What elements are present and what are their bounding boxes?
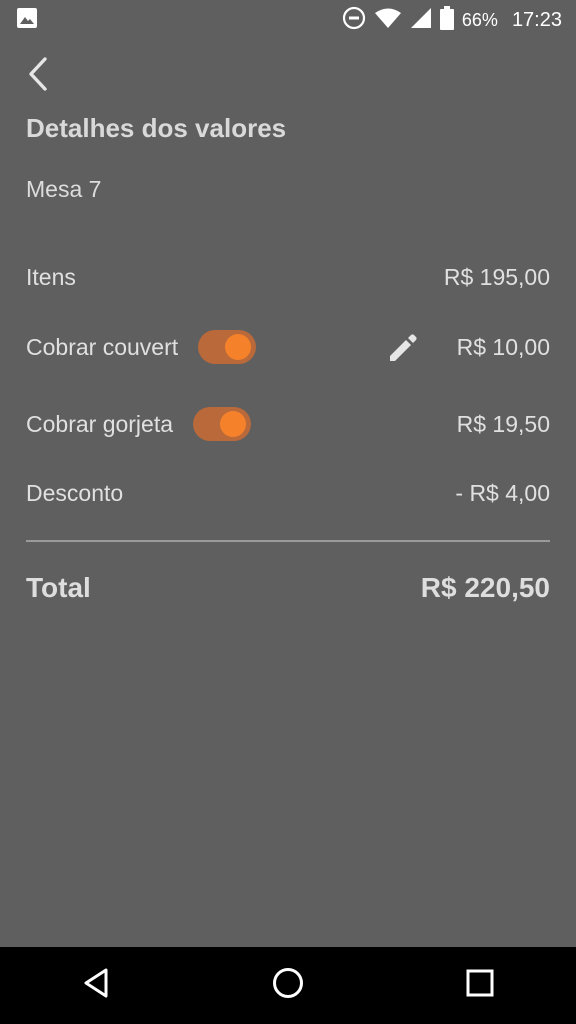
row-items-label: Itens <box>26 263 76 290</box>
system-nav-bar <box>0 947 576 1024</box>
row-discount[interactable]: Desconto - R$ 4,00 <box>26 473 550 513</box>
total-value: R$ 220,50 <box>420 572 550 603</box>
row-discount-label: Desconto <box>26 479 124 506</box>
battery-percent: 66% <box>461 9 498 30</box>
pencil-icon <box>386 334 420 369</box>
total-label: Total <box>26 572 91 603</box>
nav-back-button[interactable] <box>66 956 126 1016</box>
tip-toggle[interactable] <box>193 407 252 441</box>
home-circle-icon <box>271 966 305 1005</box>
back-triangle-icon <box>81 967 111 1004</box>
row-items: Itens R$ 195,00 <box>26 257 550 297</box>
battery-icon <box>439 5 454 35</box>
row-tip-value: R$ 19,50 <box>456 410 550 437</box>
page-title: Detalhes dos valores <box>26 113 287 143</box>
back-arrow-icon <box>26 56 50 97</box>
nav-home-button[interactable] <box>258 956 318 1016</box>
back-button[interactable] <box>20 56 56 96</box>
wifi-icon <box>374 7 402 34</box>
row-couvert-value: R$ 10,00 <box>456 333 550 360</box>
nav-recents-button[interactable] <box>450 956 510 1016</box>
recents-square-icon <box>465 968 495 1003</box>
divider <box>26 540 550 542</box>
table-name: Mesa 7 <box>26 176 102 202</box>
couvert-toggle[interactable] <box>198 330 257 364</box>
image-icon <box>16 7 38 34</box>
row-couvert-label: Cobrar couvert <box>26 333 179 360</box>
status-bar: 66% 17:23 <box>0 0 576 40</box>
row-couvert: Cobrar couvert R$ 10,00 <box>26 327 550 367</box>
do-not-disturb-icon <box>342 6 366 35</box>
row-tip-label: Cobrar gorjeta <box>26 410 174 437</box>
clock: 17:23 <box>511 8 562 31</box>
signal-icon <box>410 7 432 34</box>
row-discount-value: - R$ 4,00 <box>455 479 550 506</box>
edit-couvert-button[interactable] <box>386 331 420 365</box>
row-items-value: R$ 195,00 <box>443 263 550 290</box>
row-tip: Cobrar gorjeta R$ 19,50 <box>26 404 550 444</box>
